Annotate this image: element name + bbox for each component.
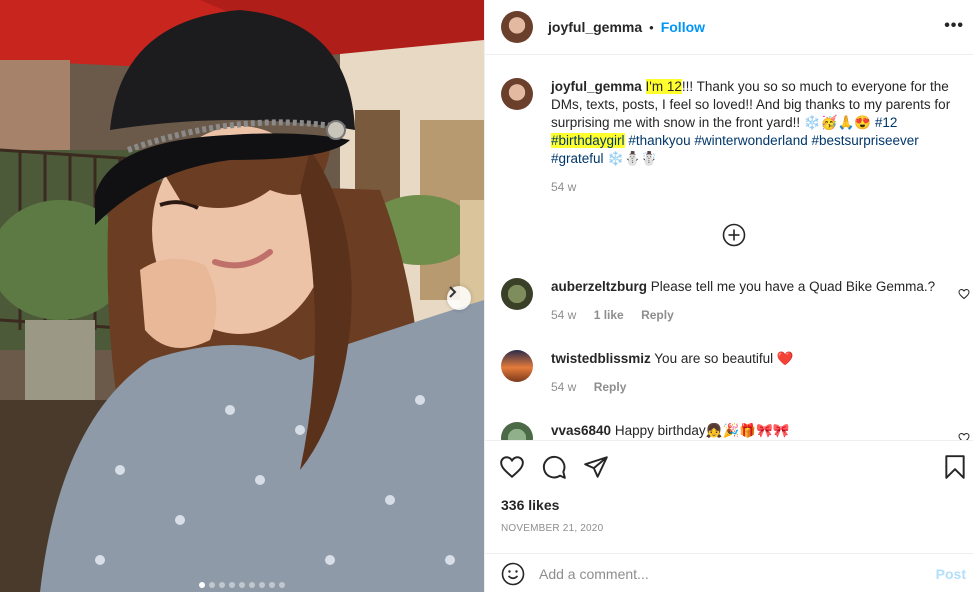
caption-row: joyful_gemma I'm 12!!! Thank you so so m…	[501, 78, 961, 196]
post-header: joyful_gemma • Follow •••	[485, 0, 973, 55]
comment-text: vvas6840 Happy birthday👧🎉🎁🎀🎀	[551, 422, 961, 440]
comment-text: auberzeltzburg Please tell me you have a…	[551, 278, 961, 324]
comment-text: twistedblissmiz You are so beautiful ❤️ …	[551, 350, 961, 396]
comment-body: Happy birthday	[614, 423, 706, 438]
comment-bubble-icon[interactable]	[541, 454, 567, 480]
hashtag[interactable]: #grateful	[551, 151, 604, 166]
carousel-dot[interactable]	[229, 582, 235, 588]
hashtag[interactable]: #thankyou	[628, 133, 690, 148]
caption-avatar[interactable]	[501, 78, 533, 110]
reply-button[interactable]: Reply	[594, 380, 627, 394]
comment-row: auberzeltzburg Please tell me you have a…	[501, 278, 961, 324]
caption-emojis: ❄️⛄☃️	[607, 151, 658, 166]
caption-highlight: I'm 12	[645, 79, 682, 94]
carousel-dot[interactable]	[279, 582, 285, 588]
post-actions: 336 likes NOVEMBER 21, 2020 Add a commen…	[485, 440, 973, 592]
save-bookmark-icon[interactable]	[942, 454, 968, 480]
comment-time: 54 w	[551, 308, 577, 322]
caption-emojis: ❄️🥳🙏😍	[803, 115, 875, 130]
commenter-avatar[interactable]	[501, 350, 533, 382]
comment-input[interactable]: Add a comment...	[539, 566, 649, 582]
comment-username[interactable]: auberzeltzburg	[551, 279, 647, 294]
add-comment-bar: Add a comment... Post	[485, 553, 973, 592]
caption-text: joyful_gemma I'm 12!!! Thank you so so m…	[551, 78, 961, 196]
carousel-dot[interactable]	[239, 582, 245, 588]
chevron-right-icon	[449, 286, 457, 298]
carousel-dot[interactable]	[219, 582, 225, 588]
carousel-dot[interactable]	[259, 582, 265, 588]
comment-row: vvas6840 Happy birthday👧🎉🎁🎀🎀	[501, 422, 961, 440]
like-comment-heart-icon[interactable]	[958, 432, 970, 440]
carousel-dot[interactable]	[209, 582, 215, 588]
comment-meta: 54 w 1 like Reply	[551, 306, 961, 324]
comment-username[interactable]: twistedblissmiz	[551, 351, 651, 366]
header-separator: •	[649, 19, 654, 35]
reply-button[interactable]: Reply	[641, 308, 674, 322]
commenter-avatar[interactable]	[501, 278, 533, 310]
comment-meta: 54 w Reply	[551, 378, 961, 396]
comment-body: Please tell me you have a Quad Bike Gemm…	[650, 279, 936, 294]
carousel-dot[interactable]	[249, 582, 255, 588]
post-photo[interactable]	[0, 0, 484, 592]
comment-row: twistedblissmiz You are so beautiful ❤️ …	[501, 350, 961, 396]
post-side-panel: joyful_gemma • Follow ••• joyful_gemma I…	[484, 0, 973, 592]
load-more-comments-icon[interactable]	[722, 223, 746, 247]
comment-emoji: ❤️	[776, 351, 794, 366]
comment-emoji: 👧🎉🎁🎀🎀	[705, 423, 790, 438]
comment-body: You are so beautiful	[654, 351, 777, 366]
comment-likes[interactable]: 1 like	[594, 308, 624, 322]
author-username[interactable]: joyful_gemma	[548, 19, 642, 35]
commenter-avatar[interactable]	[501, 422, 533, 440]
caption-username[interactable]: joyful_gemma	[551, 79, 642, 94]
post-comment-button[interactable]: Post	[936, 566, 966, 582]
next-slide-button[interactable]	[447, 286, 471, 310]
photo-illustration	[0, 0, 484, 592]
hashtag[interactable]: #bestsurpriseever	[811, 133, 918, 148]
hashtag[interactable]: #12	[875, 115, 898, 130]
share-paper-plane-icon[interactable]	[583, 454, 609, 480]
carousel-dot[interactable]	[269, 582, 275, 588]
action-icons	[499, 454, 609, 480]
emoji-smiley-icon[interactable]	[501, 562, 525, 586]
likes-count[interactable]: 336 likes	[501, 497, 559, 513]
comments-scroll-area[interactable]: joyful_gemma I'm 12!!! Thank you so so m…	[485, 56, 973, 440]
carousel-dot[interactable]	[199, 582, 205, 588]
hashtag[interactable]: #birthdaygirl	[551, 133, 625, 148]
carousel-dots	[0, 582, 484, 588]
comment-time: 54 w	[551, 380, 577, 394]
post-viewer: joyful_gemma • Follow ••• joyful_gemma I…	[0, 0, 973, 592]
hashtag[interactable]: #winterwonderland	[694, 133, 807, 148]
caption-time: 54 w	[551, 180, 577, 194]
like-comment-heart-icon[interactable]	[958, 288, 970, 300]
author-avatar[interactable]	[501, 11, 533, 43]
like-heart-icon[interactable]	[499, 454, 525, 480]
comment-username[interactable]: vvas6840	[551, 423, 611, 438]
post-date: NOVEMBER 21, 2020	[501, 523, 604, 534]
more-options-icon[interactable]: •••	[944, 17, 964, 35]
follow-button[interactable]: Follow	[661, 19, 705, 35]
